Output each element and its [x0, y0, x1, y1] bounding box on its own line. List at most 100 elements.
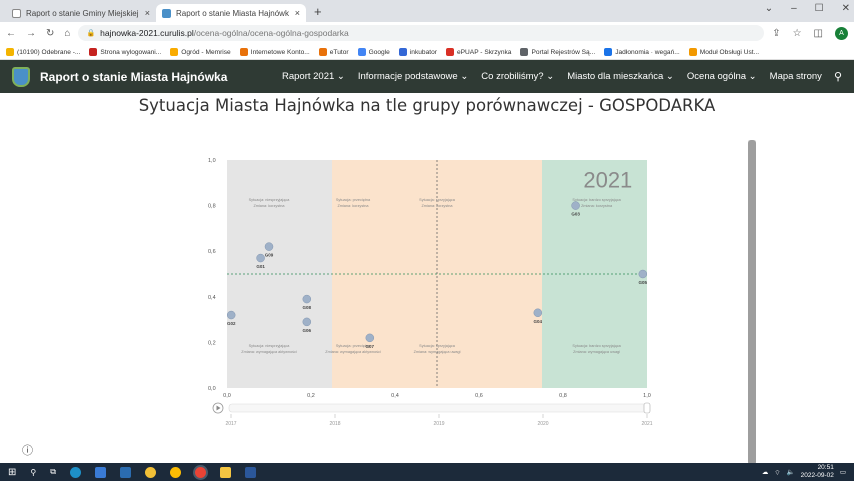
reload-icon[interactable]: ↻ [46, 28, 54, 39]
data-point-label: G07 [366, 344, 375, 349]
info-icon[interactable]: ⓘ [22, 442, 33, 458]
volume-icon[interactable]: 🔈 [787, 468, 795, 476]
sidebar-icon[interactable]: ◫ [814, 28, 823, 39]
quadrant-label-line2: Zmiana: korzystna [253, 204, 285, 208]
taskbar-search-icon[interactable]: ⚲ [30, 468, 36, 477]
windows-start-icon[interactable]: ⊞ [8, 467, 16, 478]
minimize-icon[interactable]: – [791, 3, 797, 14]
menu-item[interactable]: Ocena ogólna ⌄ [687, 71, 757, 82]
address-bar-row: ← → ↻ ⌂ 🔒 hajnowka-2021.curulis.pl/ocena… [0, 22, 854, 44]
scatter-chart[interactable]: 0,0 0,2 0,4 0,6 0,8 1,0 0,0 0,2 0,4 0,6 0,8 1,0 Sytu… [200, 148, 660, 438]
data-point-label: G04 [534, 319, 543, 324]
data-point[interactable] [302, 294, 312, 304]
bookmark-item[interactable]: inkubator [398, 47, 437, 56]
cloud-icon[interactable]: ☁ [762, 468, 769, 476]
data-point[interactable] [226, 310, 236, 320]
timeline-label: 2018 [329, 421, 340, 427]
data-point[interactable] [571, 201, 580, 210]
maximize-icon[interactable]: ☐ [815, 3, 824, 14]
data-point[interactable] [365, 333, 375, 343]
data-point[interactable] [533, 308, 543, 318]
url-field[interactable]: 🔒 hajnowka-2021.curulis.pl/ocena-ogólna/… [78, 25, 765, 41]
bookmark-item[interactable]: Jadłonomia · wegań... [604, 47, 680, 56]
site-brand[interactable]: Raport o stanie Miasta Hajnówka [40, 70, 227, 84]
data-point-label: G01 [256, 264, 265, 269]
edge-icon[interactable] [69, 466, 81, 478]
forward-icon[interactable]: → [26, 28, 36, 39]
word-icon[interactable] [244, 466, 256, 478]
page-title: Sytuacja Miasta Hajnówka na tle grupy po… [138, 96, 716, 115]
data-point[interactable] [264, 242, 274, 251]
new-tab-button[interactable]: + [314, 4, 322, 19]
bookmark-label: Google [368, 48, 390, 56]
quadrant-label-line2: Zmiana: wymagająca aktywności [241, 350, 297, 354]
data-point[interactable] [256, 253, 265, 263]
data-point[interactable] [302, 317, 312, 327]
data-point[interactable] [638, 269, 648, 279]
bookmark-item[interactable]: Moduł Obsługi Ust... [688, 47, 759, 56]
timeline-slider-track[interactable] [228, 403, 650, 413]
x-tick-label: 1,0 [643, 393, 651, 399]
tab-list-icon[interactable]: ⌄ [765, 3, 773, 14]
back-icon[interactable]: ← [6, 28, 16, 39]
bookmark-item[interactable]: Portal Rejestrów Są... [520, 47, 595, 56]
bookmark-item[interactable]: Strona wylogowani... [89, 47, 161, 56]
y-tick-label: 0,2 [208, 340, 216, 346]
url-host: hajnowka-2021.curulis.pl [100, 28, 194, 38]
bookmark-item[interactable]: Internetowe Konto... [239, 47, 310, 56]
menu-item[interactable]: Miasto dla mieszkańca ⌄ [567, 71, 674, 82]
lock-icon: 🔒 [86, 30, 96, 37]
bookmark-item[interactable]: ePUAP - Skrzynka [445, 47, 511, 56]
data-point-label: G08 [303, 305, 312, 310]
bookmark-item[interactable]: Ogród - Memrise [170, 47, 231, 56]
time: 20:51 [817, 464, 834, 471]
task-view-icon[interactable]: ⧉ [50, 467, 56, 477]
browser-tab[interactable]: Raport o stanie Gminy Miejskiej × [6, 4, 156, 22]
bookmark-item[interactable]: (10190) Odebrane -... [6, 47, 80, 56]
app-icon[interactable] [144, 466, 156, 478]
menu-item[interactable]: Mapa strony [770, 71, 822, 82]
bookmark-favicon-icon [6, 47, 14, 56]
timeline-label: 2020 [537, 421, 548, 427]
x-tick-label: 0,0 [223, 393, 231, 399]
scrollbar-thumb[interactable] [748, 140, 756, 465]
tab-title: Raport o stanie Gminy Miejskiej [26, 8, 139, 18]
clock[interactable]: 20:51 2022-09-02 [801, 464, 834, 480]
home-icon[interactable]: ⌂ [64, 28, 70, 39]
bookmark-item[interactable]: eTutor [318, 47, 349, 56]
timeline-slider-handle[interactable] [643, 402, 651, 414]
browser-tab-active[interactable]: Raport o stanie Miasta Hajnówk × [156, 4, 306, 22]
main-menu: Raport 2021 ⌄ Informacje podstawowe ⌄ Co z… [282, 71, 822, 82]
bookmark-item[interactable]: Google [357, 47, 390, 56]
profile-avatar[interactable]: A [835, 26, 848, 40]
menu-item[interactable]: Informacje podstawowe ⌄ [358, 71, 468, 82]
chrome-icon[interactable] [169, 466, 181, 478]
file-explorer-icon[interactable] [219, 466, 231, 478]
timeline-label: 2017 [225, 421, 236, 427]
bookmarks-bar: (10190) Odebrane -... Strona wylogowani..… [0, 44, 854, 60]
quadrant-label-line1: Sytuacja: sprzyjająca [419, 344, 456, 348]
chrome-active-icon[interactable] [194, 466, 206, 478]
wifi-icon[interactable]: ⌔ [774, 468, 780, 477]
menu-item[interactable]: Co zrobiliśmy? ⌄ [481, 71, 554, 82]
mail-icon[interactable] [119, 466, 131, 478]
quadrant-label-line2: Zmiana: wymagająca aktywności [325, 350, 381, 354]
close-tab-icon[interactable]: × [145, 8, 150, 18]
data-point-label: G03 [571, 212, 580, 217]
search-icon[interactable]: ⚲ [834, 70, 842, 83]
share-icon[interactable]: ⇪ [772, 28, 780, 39]
close-window-icon[interactable]: ✕ [842, 3, 850, 14]
site-favicon-icon [162, 8, 171, 18]
page-favicon-icon [12, 8, 21, 18]
quadrant-label-line2: Zmiana: wymagająca uwagi [573, 350, 620, 354]
store-icon[interactable] [94, 466, 106, 478]
city-crest-icon[interactable] [12, 66, 30, 87]
bookmark-label: Ogród - Memrise [181, 48, 231, 56]
star-icon[interactable]: ☆ [793, 28, 802, 39]
page-scrollbar[interactable] [748, 140, 756, 465]
bookmark-favicon-icon [604, 47, 613, 56]
close-tab-icon[interactable]: × [295, 8, 300, 18]
menu-item[interactable]: Raport 2021 ⌄ [282, 71, 345, 82]
y-tick-label: 0,4 [208, 295, 216, 301]
notifications-icon[interactable]: ▭ [840, 468, 846, 476]
